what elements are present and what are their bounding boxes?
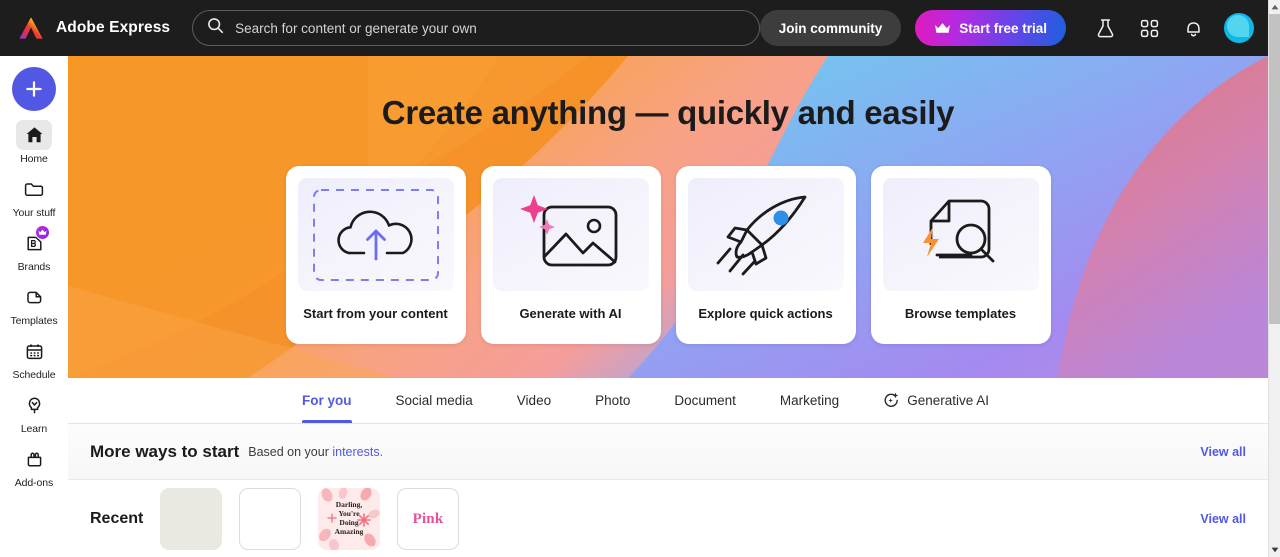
tab-label: Photo <box>595 393 631 408</box>
recent-section: Recent Darling, You're Doing Amazing Pin… <box>68 481 1268 557</box>
sidebar-item-learn[interactable]: Learn <box>2 390 66 435</box>
search-icon <box>207 17 224 39</box>
create-new-button[interactable] <box>12 67 56 111</box>
tab-photo[interactable]: Photo <box>595 378 630 423</box>
brand-name: Adobe Express <box>56 19 171 36</box>
card-explore-quick-actions[interactable]: Explore quick actions <box>675 166 856 344</box>
sidebar-item-schedule[interactable]: Schedule <box>2 336 66 381</box>
start-free-trial-button[interactable]: Start free trial <box>915 10 1066 46</box>
sparkle-circle-icon <box>883 392 900 409</box>
card-label: Generate with AI <box>519 306 622 321</box>
sidebar-label-schedule: Schedule <box>12 369 56 381</box>
brand-area[interactable]: Adobe Express <box>18 16 170 40</box>
search-input[interactable]: Search for content or generate your own <box>192 10 760 46</box>
sidebar-item-add-ons[interactable]: Add-ons <box>2 444 66 489</box>
card-label: Browse templates <box>904 306 1017 321</box>
tab-generative-ai[interactable]: Generative AI <box>883 378 989 423</box>
tab-label: Video <box>516 393 552 408</box>
card-start-from-your-content[interactable]: Start from your content <box>285 166 466 344</box>
recent-thumb-1[interactable] <box>160 488 222 550</box>
scroll-down-arrow[interactable] <box>1269 543 1280 557</box>
home-icon <box>16 120 52 150</box>
brand-b-icon <box>16 225 52 258</box>
sidebar-label-your-stuff: Your stuff <box>12 207 56 219</box>
section-subtitle: Based on your interests. <box>248 445 383 459</box>
view-all-recent[interactable]: View all <box>1200 512 1246 526</box>
tab-label: For you <box>302 393 352 408</box>
bell-icon[interactable] <box>1176 11 1210 45</box>
scroll-up-arrow[interactable] <box>1269 0 1280 14</box>
user-avatar[interactable] <box>1224 13 1254 43</box>
recent-label: Recent <box>90 510 144 527</box>
tab-document[interactable]: Document <box>674 378 736 423</box>
recent-thumbnails: Darling, You're Doing Amazing Pink <box>160 488 459 550</box>
sidebar-item-templates[interactable]: Templates <box>2 282 66 327</box>
interests-link[interactable]: interests. <box>332 445 383 459</box>
tab-label: Marketing <box>779 393 840 408</box>
page-scrollbar[interactable] <box>1268 0 1280 557</box>
scrollbar-thumb[interactable] <box>1269 14 1280 324</box>
ai-image-icon <box>492 178 649 291</box>
sidebar-item-your-stuff[interactable]: Your stuff <box>2 174 66 219</box>
hero-banner: Create anything — quickly and easily Sta… <box>68 56 1268 378</box>
tab-social-media[interactable]: Social media <box>396 378 473 423</box>
tab-for-you[interactable]: For you <box>302 378 352 423</box>
templates-icon <box>16 282 52 312</box>
recent-thumb-4[interactable]: Pink <box>397 488 459 550</box>
adobe-logo-icon <box>18 16 44 40</box>
recent-thumb-3[interactable]: Darling, You're Doing Amazing <box>318 488 380 550</box>
view-all-more-ways[interactable]: View all <box>1200 445 1246 459</box>
addons-icon <box>16 444 52 474</box>
header-actions: Join community Start free trial <box>759 10 1268 46</box>
sidebar-label-learn: Learn <box>20 423 48 435</box>
card-label: Start from your content <box>303 306 448 321</box>
tab-label: Document <box>674 393 736 408</box>
subtitle-prefix: Based on your <box>248 444 333 459</box>
sidebar-label-add-ons: Add-ons <box>14 477 54 489</box>
sidebar-item-home[interactable]: Home <box>2 120 66 165</box>
calendar-icon <box>16 336 52 366</box>
card-label: Explore quick actions <box>698 306 833 321</box>
card-browse-templates[interactable]: Browse templates <box>870 166 1051 344</box>
more-ways-section: More ways to start Based on your interes… <box>68 424 1268 480</box>
tab-marketing[interactable]: Marketing <box>780 378 839 423</box>
card-generate-with-ai[interactable]: Generate with AI <box>480 166 661 344</box>
join-community-button[interactable]: Join community <box>759 10 902 46</box>
category-tabs: For you Social media Video Photo Documen… <box>68 378 1268 424</box>
recent-thumb-2[interactable] <box>239 488 301 550</box>
sidebar-label-brands: Brands <box>17 261 51 273</box>
section-title: More ways to start <box>90 441 240 461</box>
document-search-icon <box>882 178 1039 291</box>
beaker-icon[interactable] <box>1088 11 1122 45</box>
folder-icon <box>16 174 52 204</box>
sidebar-label-home: Home <box>20 153 48 165</box>
sidebar-item-brands[interactable]: Brands <box>2 225 66 273</box>
hero-cards: Start from your content Generate with AI <box>68 166 1268 344</box>
cloud-upload-icon <box>297 178 454 291</box>
tab-label: Social media <box>395 393 473 408</box>
left-sidebar: Home Your stuff Brands Templates Schedul… <box>0 56 68 557</box>
search-placeholder: Search for content or generate your own <box>235 20 477 36</box>
adobe-express-app: Adobe Express Search for content or gene… <box>0 0 1280 557</box>
trial-label: Start free trial <box>959 20 1047 36</box>
lightbulb-icon <box>16 390 52 420</box>
crown-icon <box>934 22 951 35</box>
thumb-text-line: Amazing <box>334 526 364 536</box>
tab-label: Generative AI <box>907 393 989 408</box>
crown-badge-icon <box>35 225 50 240</box>
hero-title: Create anything — quickly and easily <box>381 94 955 131</box>
top-header: Adobe Express Search for content or gene… <box>0 0 1268 56</box>
sidebar-label-templates: Templates <box>10 315 58 327</box>
thumb-text: Darling, You're Doing Amazing <box>318 488 380 550</box>
tab-video[interactable]: Video <box>517 378 551 423</box>
thumb-text: Pink <box>412 510 444 527</box>
rocket-icon <box>687 178 844 291</box>
app-grid-icon[interactable] <box>1132 11 1166 45</box>
